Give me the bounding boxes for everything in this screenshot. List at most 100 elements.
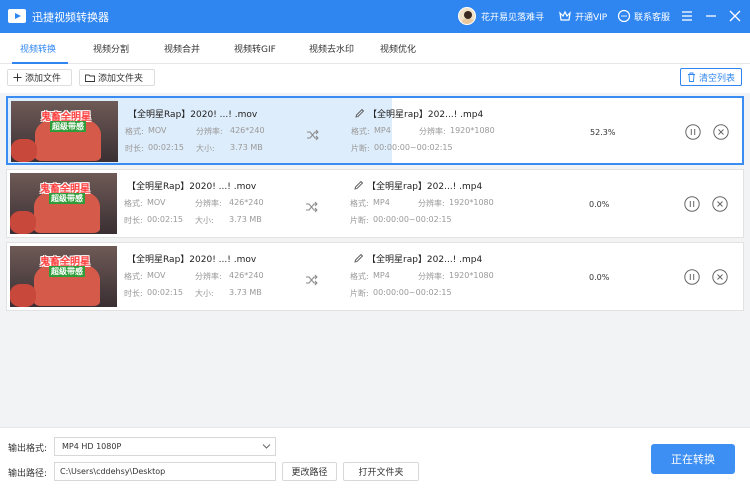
file-row[interactable]: 鬼畜全明星 超级带感 【全明星Rap】2020! ...! .mov 格式: M… (6, 242, 744, 311)
add-file-button[interactable]: 添加文件 (7, 69, 72, 86)
app-title: 迅捷视频转换器 (32, 11, 109, 24)
avatar[interactable] (458, 7, 476, 25)
close-icon[interactable] (727, 8, 743, 24)
tab-video-to-gif[interactable]: 视频转GIF (234, 42, 276, 55)
thumbnail-tag: 超级带感 (49, 193, 85, 204)
output-resolution: 1920*1080 (450, 126, 495, 135)
output-format-label: 格式: (350, 199, 369, 208)
duration-label: 时长: (124, 289, 143, 298)
shuffle-icon (307, 129, 319, 141)
vip-link[interactable]: 开通VIP (575, 10, 607, 23)
format-label: 格式: (124, 272, 143, 281)
output-settings-bar: 输出格式: MP4 HD 1080P 输出路径: 更改路径 打开文件夹 正在转换 (0, 427, 750, 491)
format-label: 格式: (124, 199, 143, 208)
source-resolution: 426*240 (229, 271, 264, 280)
pause-icon[interactable] (685, 124, 701, 140)
output-resolution: 1920*1080 (449, 271, 494, 280)
output-format: MP4 (374, 126, 391, 135)
output-format: MP4 (373, 198, 390, 207)
output-format: MP4 (373, 271, 390, 280)
source-format: MOV (147, 198, 166, 207)
output-resolution-label: 分辨率: (418, 272, 445, 281)
output-file-name[interactable]: 【全明星rap】202...! .mp4 (367, 252, 482, 265)
video-thumbnail: 鬼畜全明星 超级带感 (10, 246, 117, 307)
pause-icon[interactable] (684, 269, 700, 285)
source-size: 3.73 MB (229, 288, 262, 297)
output-file-name[interactable]: 【全明星rap】202...! .mp4 (367, 179, 482, 192)
customer-service-icon[interactable] (617, 9, 631, 23)
clear-list-button[interactable]: 清空列表 (680, 68, 742, 86)
convert-button[interactable]: 正在转换 (651, 444, 735, 474)
pause-icon[interactable] (684, 196, 700, 212)
user-name[interactable]: 花开易见落难寻 (481, 10, 544, 23)
file-row[interactable]: 鬼畜全明星 超级带感 【全明星Rap】2020! ...! .mov 格式: M… (6, 169, 744, 238)
edit-icon[interactable] (353, 253, 364, 264)
output-path-label: 输出路径: (8, 469, 48, 479)
open-folder-button[interactable]: 打开文件夹 (343, 462, 419, 481)
output-clip: 00:00:00~00:02:15 (373, 288, 452, 297)
folder-icon (85, 74, 95, 82)
output-format-select[interactable]: MP4 HD 1080P (54, 437, 276, 456)
plus-icon (13, 73, 22, 82)
tab-bar: 视频转换 视频分割 视频合并 视频转GIF 视频去水印 视频优化 (0, 33, 750, 64)
app-logo-icon (8, 9, 26, 23)
progress-percent: 52.3% (590, 128, 616, 137)
video-thumbnail: 鬼畜全明星 超级带感 (10, 173, 117, 234)
output-clip: 00:00:00~00:02:15 (373, 215, 452, 224)
change-path-button[interactable]: 更改路径 (282, 462, 337, 481)
vip-icon[interactable] (558, 9, 572, 23)
tab-video-merge[interactable]: 视频合并 (164, 42, 200, 55)
output-format-value: MP4 HD 1080P (62, 442, 122, 451)
source-duration: 00:02:15 (148, 143, 184, 152)
source-resolution: 426*240 (230, 126, 265, 135)
thumbnail-tag: 超级带感 (49, 266, 85, 277)
resolution-label: 分辨率: (195, 272, 222, 281)
source-format: MOV (148, 126, 167, 135)
add-file-label: 添加文件 (25, 74, 62, 84)
active-tab-indicator (12, 62, 68, 64)
format-label: 格式: (125, 127, 144, 136)
source-size: 3.73 MB (229, 215, 262, 224)
output-resolution-label: 分辨率: (419, 127, 446, 136)
output-resolution: 1920*1080 (449, 198, 494, 207)
minimize-icon[interactable] (703, 8, 719, 24)
customer-service-link[interactable]: 联系客服 (634, 10, 670, 23)
source-resolution: 426*240 (229, 198, 264, 207)
trash-icon (688, 72, 695, 82)
menu-icon[interactable] (679, 8, 695, 24)
source-format: MOV (147, 271, 166, 280)
resolution-label: 分辨率: (196, 127, 223, 136)
edit-icon[interactable] (353, 180, 364, 191)
output-format-label: 格式: (351, 127, 370, 136)
size-label: 大小: (196, 144, 215, 153)
tab-remove-watermark[interactable]: 视频去水印 (309, 42, 354, 55)
add-folder-button[interactable]: 添加文件夹 (79, 69, 155, 86)
remove-icon[interactable] (712, 196, 728, 212)
source-file-name: 【全明星Rap】2020! ...! .mov (128, 110, 258, 120)
tab-video-optimize[interactable]: 视频优化 (380, 42, 416, 55)
output-path-input[interactable] (54, 462, 276, 481)
resolution-label: 分辨率: (195, 199, 222, 208)
shuffle-icon (306, 201, 318, 213)
output-clip: 00:00:00~00:02:15 (374, 143, 453, 152)
source-duration: 00:02:15 (147, 288, 183, 297)
clip-label: 片断: (350, 289, 369, 298)
clip-label: 片断: (350, 216, 369, 225)
remove-icon[interactable] (713, 124, 729, 140)
file-list: 鬼畜全明星 超级带感 【全明星Rap】2020! ...! .mov 格式: M… (0, 93, 750, 427)
duration-label: 时长: (124, 216, 143, 225)
clip-label: 片断: (351, 144, 370, 153)
remove-icon[interactable] (712, 269, 728, 285)
source-size: 3.73 MB (230, 143, 263, 152)
source-file-name: 【全明星Rap】2020! ...! .mov (127, 182, 257, 192)
tab-video-split[interactable]: 视频分割 (93, 42, 129, 55)
add-folder-label: 添加文件夹 (98, 74, 144, 84)
output-file-name[interactable]: 【全明星rap】202...! .mp4 (368, 107, 483, 120)
source-duration: 00:02:15 (147, 215, 183, 224)
progress-percent: 0.0% (589, 200, 610, 209)
edit-icon[interactable] (354, 108, 365, 119)
shuffle-icon (306, 274, 318, 286)
size-label: 大小: (195, 289, 214, 298)
tab-video-convert[interactable]: 视频转换 (20, 42, 56, 55)
file-row[interactable]: 鬼畜全明星 超级带感 【全明星Rap】2020! ...! .mov 格式: M… (6, 96, 744, 165)
